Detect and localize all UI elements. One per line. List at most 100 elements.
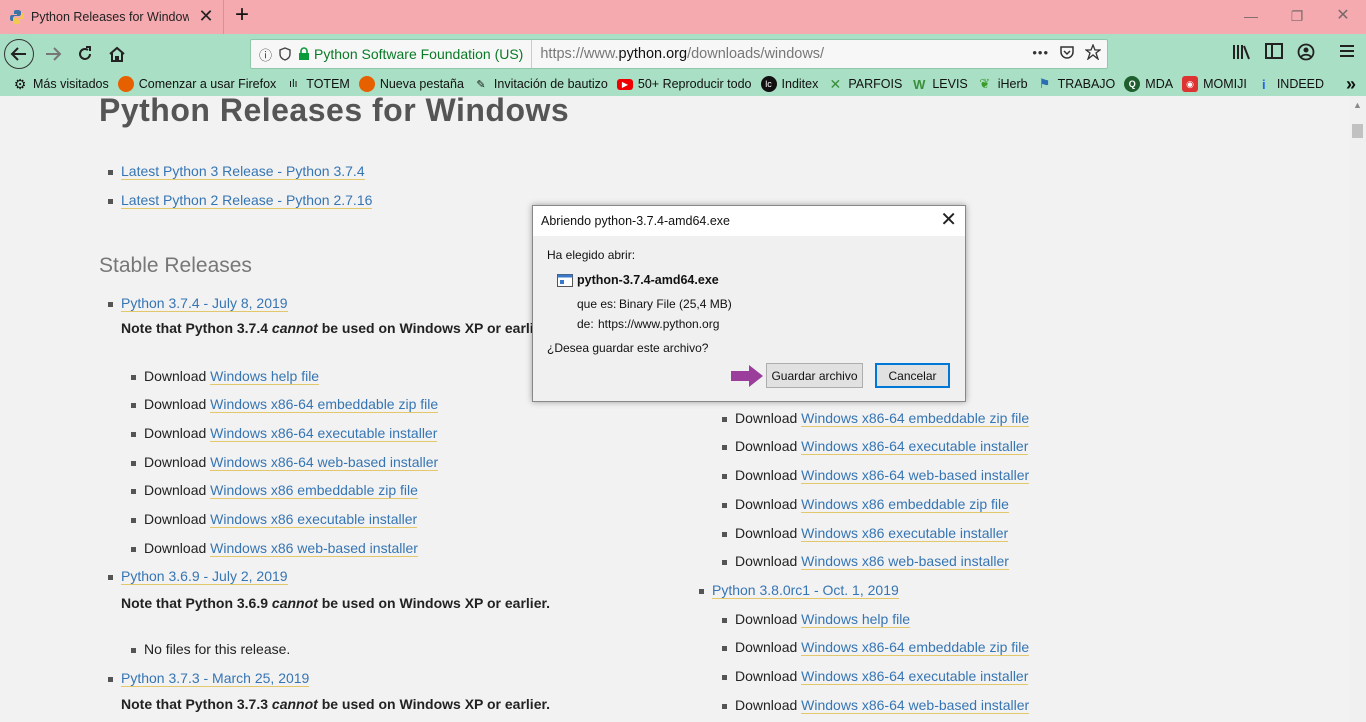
download-item: Download Windows help file — [722, 611, 911, 628]
download-link[interactable]: Windows x86 embeddable zip file — [210, 482, 418, 499]
download-link[interactable]: Windows x86-64 web-based installer — [801, 467, 1030, 484]
new-tab-button[interactable]: + — [230, 3, 254, 28]
release-link[interactable]: Python 3.8.0rc1 - Oct. 1, 2019 — [712, 582, 899, 599]
latest-py3-link[interactable]: Latest Python 3 Release - Python 3.7.4 — [121, 163, 365, 180]
release-note: Note that Python 3.7.3 cannot be used on… — [121, 696, 551, 712]
scroll-up-icon[interactable]: ▲ — [1353, 100, 1362, 110]
bookmark-item[interactable]: W LEVIS — [911, 76, 968, 92]
bookmark-item[interactable]: ✎ Invitación de bautizo — [473, 76, 608, 92]
library-button[interactable] — [1232, 43, 1252, 61]
dialog-from-label: de: — [577, 317, 594, 331]
address-bar[interactable]: ⓘ Python Software Foundation (US) https:… — [250, 39, 1108, 69]
url-text[interactable]: https://www.python.org/downloads/windows… — [540, 46, 824, 62]
download-link[interactable]: Windows x86 executable installer — [801, 525, 1009, 542]
dialog-question: ¿Desea guardar este archivo? — [547, 341, 709, 355]
download-link[interactable]: Windows x86-64 web-based installer — [210, 454, 439, 471]
download-item: Download Windows x86 executable installe… — [131, 511, 418, 528]
download-link[interactable]: Windows x86-64 executable installer — [801, 668, 1029, 685]
close-tab-icon[interactable]: ✕ — [197, 7, 215, 25]
q-icon: Q — [1124, 76, 1141, 92]
x-icon: ✕ — [829, 75, 842, 92]
page-content: Python Releases for Windows Latest Pytho… — [0, 96, 1349, 722]
save-file-button[interactable]: Guardar archivo — [766, 363, 863, 388]
download-link[interactable]: Windows x86-64 embeddable zip file — [210, 396, 439, 413]
minimize-icon[interactable]: — — [1239, 6, 1263, 26]
bookmark-item[interactable]: ⚙ Más visitados — [12, 76, 109, 92]
home-button[interactable] — [102, 39, 132, 69]
python-logo-icon — [10, 10, 24, 24]
download-link[interactable]: Windows x86 web-based installer — [801, 553, 1009, 570]
account-icon — [1297, 43, 1315, 61]
download-link[interactable]: Windows x86-64 embeddable zip file — [801, 410, 1030, 427]
list-item: Python 3.7.3 - March 25, 2019 — [108, 670, 310, 687]
bookmark-item[interactable]: lc Inditex — [760, 76, 818, 92]
bookmark-item[interactable]: ❦ iHerb — [977, 76, 1027, 92]
bookmark-item[interactable]: i INDEED — [1256, 76, 1324, 92]
cancel-button[interactable]: Cancelar — [875, 363, 950, 388]
dialog-close-icon[interactable]: ✕ — [940, 210, 957, 230]
inditex-icon: lc — [760, 76, 777, 92]
download-link[interactable]: Windows help file — [210, 368, 320, 385]
list-item: Python 3.7.4 - July 8, 2019 — [108, 295, 288, 312]
lock-icon — [299, 47, 310, 60]
firefox-icon — [358, 76, 375, 92]
list-item: Python 3.6.9 - July 2, 2019 — [108, 568, 288, 585]
download-item: Download Windows x86-64 embeddable zip f… — [131, 396, 439, 413]
download-link[interactable]: Windows x86 web-based installer — [210, 540, 418, 557]
download-link[interactable]: Windows x86-64 web-based installer — [801, 697, 1030, 714]
reload-button[interactable] — [70, 39, 100, 69]
download-item: Download Windows x86-64 web-based instal… — [131, 454, 439, 471]
bookmark-item[interactable]: ✕ PARFOIS — [827, 76, 902, 92]
bookmark-item[interactable]: ◉ MOMIJI — [1182, 76, 1247, 92]
bookmark-item[interactable]: ⚑ TRABAJO — [1037, 76, 1115, 92]
download-item: Download Windows x86 web-based installer — [722, 553, 1009, 570]
tab-python-releases[interactable]: Python Releases for Windows | ✕ — [0, 0, 224, 34]
download-item: Download Windows x86-64 web-based instal… — [722, 467, 1030, 484]
vertical-scrollbar[interactable]: ▲ — [1349, 96, 1366, 722]
latest-py2-link[interactable]: Latest Python 2 Release - Python 2.7.16 — [121, 192, 373, 209]
section-title: Stable Releases — [99, 254, 252, 277]
bookmark-item[interactable]: ılı TOTEM — [285, 76, 350, 92]
bookmark-item[interactable]: Comenzar a usar Firefox — [117, 76, 276, 92]
pen-icon: ✎ — [476, 78, 486, 91]
download-link[interactable]: Windows x86-64 embeddable zip file — [801, 639, 1030, 656]
menu-button[interactable] — [1338, 43, 1356, 59]
download-item: Download Windows x86 web-based installer — [131, 540, 418, 557]
indeed-icon: i — [1262, 76, 1266, 92]
info-icon[interactable]: ⓘ — [259, 45, 272, 64]
download-link[interactable]: Windows help file — [801, 611, 911, 628]
release-link[interactable]: Python 3.6.9 - July 2, 2019 — [121, 568, 288, 585]
bookmark-star-icon[interactable] — [1085, 44, 1101, 60]
close-window-icon[interactable]: ✕ — [1331, 6, 1355, 26]
dialog-type-label: que es: — [577, 297, 617, 311]
scroll-thumb[interactable] — [1352, 124, 1363, 138]
download-link[interactable]: Windows x86 executable installer — [210, 511, 418, 528]
tracking-shield-icon[interactable] — [278, 47, 292, 61]
dialog-title: Abriendo python-3.7.4-amd64.exe — [533, 206, 965, 236]
tab-title: Python Releases for Windows | — [31, 10, 189, 24]
restore-icon[interactable]: ❐ — [1285, 6, 1309, 26]
account-button[interactable] — [1297, 43, 1315, 61]
pocket-icon[interactable] — [1059, 44, 1075, 60]
download-link[interactable]: Windows x86-64 executable installer — [801, 438, 1029, 455]
forward-button[interactable] — [38, 39, 68, 69]
sidebar-button[interactable] — [1265, 43, 1283, 59]
download-link[interactable]: Windows x86 embeddable zip file — [801, 496, 1009, 513]
release-link[interactable]: Python 3.7.4 - July 8, 2019 — [121, 295, 288, 312]
page-title: Python Releases for Windows — [99, 96, 570, 128]
page-actions-icon[interactable]: ••• — [1032, 45, 1049, 60]
arrow-left-icon — [10, 47, 26, 61]
list-item: Python 3.8.0rc1 - Oct. 1, 2019 — [699, 582, 899, 599]
bookmark-item[interactable]: ▶ 50+ Reproducir todo — [616, 77, 752, 91]
download-item: Download Windows x86-64 web-based instal… — [722, 697, 1030, 714]
back-button[interactable] — [4, 39, 34, 69]
executable-file-icon — [557, 274, 573, 287]
youtube-icon: ▶ — [616, 78, 633, 90]
release-link[interactable]: Python 3.7.3 - March 25, 2019 — [121, 670, 310, 687]
site-identity[interactable]: ⓘ Python Software Foundation (US) — [251, 40, 533, 68]
download-link[interactable]: Windows x86-64 executable installer — [210, 425, 438, 442]
bookmark-item[interactable]: Q MDA — [1124, 76, 1173, 92]
game-icon: ◉ — [1182, 76, 1199, 92]
more-bookmarks-icon[interactable]: » — [1346, 74, 1356, 95]
bookmark-item[interactable]: Nueva pestaña — [358, 76, 464, 92]
